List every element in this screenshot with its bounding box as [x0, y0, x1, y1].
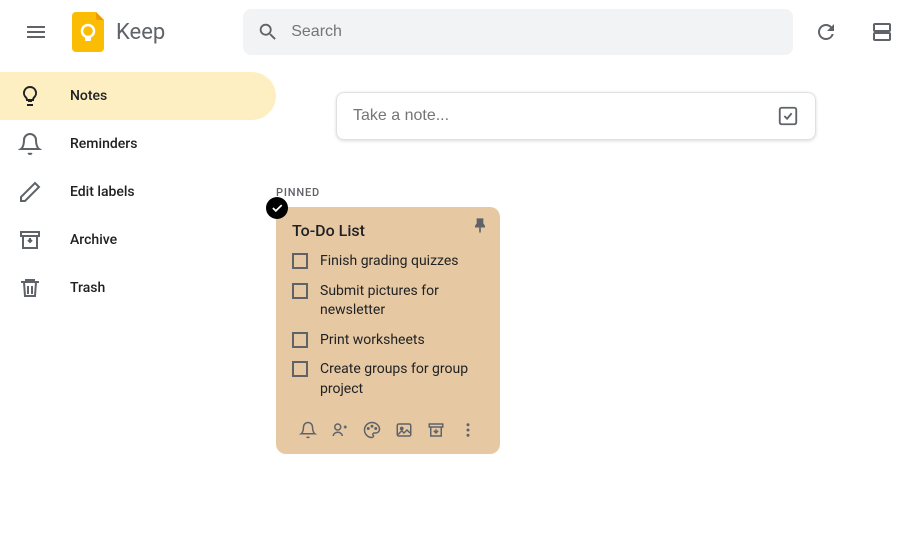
- checkbox-icon[interactable]: [777, 105, 799, 127]
- header-actions: [802, 8, 906, 56]
- sidebar-item-notes[interactable]: Notes: [0, 72, 276, 120]
- sidebar-item-archive[interactable]: Archive: [0, 216, 276, 264]
- menu-button[interactable]: [12, 8, 60, 56]
- checkbox[interactable]: [292, 283, 308, 299]
- note-toolbar: [292, 414, 484, 446]
- checklist-item-text: Submit pictures for newsletter: [320, 282, 484, 321]
- sidebar-item-reminders[interactable]: Reminders: [0, 120, 276, 168]
- notes-area: PINNED To-Do List Finish grading quizzes…: [276, 186, 918, 454]
- sidebar-item-label: Trash: [70, 280, 105, 296]
- sidebar-item-label: Archive: [70, 232, 117, 248]
- note-title: To-Do List: [292, 221, 484, 240]
- checkbox[interactable]: [292, 253, 308, 269]
- more-vert-icon: [459, 421, 477, 439]
- select-note-button[interactable]: [266, 197, 288, 219]
- sidebar-item-label: Edit labels: [70, 184, 135, 200]
- pin-button[interactable]: [470, 215, 490, 239]
- checklist-item[interactable]: Create groups for group project: [292, 360, 484, 399]
- app-logo[interactable]: Keep: [72, 12, 165, 52]
- checkbox[interactable]: [292, 361, 308, 377]
- list-view-icon: [870, 20, 894, 44]
- search-icon: [257, 21, 279, 43]
- checklist-item[interactable]: Print worksheets: [292, 331, 484, 351]
- pinned-section-label: PINNED: [276, 186, 918, 199]
- remind-me-button[interactable]: [292, 414, 324, 446]
- sidebar-item-edit-labels[interactable]: Edit labels: [0, 168, 276, 216]
- person-add-icon: [331, 421, 349, 439]
- refresh-icon: [814, 20, 838, 44]
- more-button[interactable]: [452, 414, 484, 446]
- collaborator-button[interactable]: [324, 414, 356, 446]
- sidebar-item-trash[interactable]: Trash: [0, 264, 276, 312]
- refresh-button[interactable]: [802, 8, 850, 56]
- image-icon: [395, 421, 413, 439]
- color-button[interactable]: [356, 414, 388, 446]
- checkbox[interactable]: [292, 332, 308, 348]
- note-card[interactable]: To-Do List Finish grading quizzes Submit…: [276, 207, 500, 454]
- archive-icon: [18, 228, 42, 252]
- bell-icon: [299, 421, 317, 439]
- checklist-item-text: Create groups for group project: [320, 360, 484, 399]
- pin-icon: [470, 215, 490, 235]
- image-button[interactable]: [388, 414, 420, 446]
- palette-icon: [363, 421, 381, 439]
- main-content: PINNED To-Do List Finish grading quizzes…: [276, 64, 918, 558]
- sidebar-item-label: Notes: [70, 88, 107, 104]
- menu-icon: [24, 20, 48, 44]
- pencil-icon: [18, 180, 42, 204]
- checklist-item-text: Finish grading quizzes: [320, 252, 459, 272]
- archive-button[interactable]: [420, 414, 452, 446]
- search-bar[interactable]: [243, 9, 793, 55]
- trash-icon: [18, 276, 42, 300]
- search-input[interactable]: [291, 23, 779, 41]
- checklist-item[interactable]: Submit pictures for newsletter: [292, 282, 484, 321]
- checklist-item[interactable]: Finish grading quizzes: [292, 252, 484, 272]
- keep-icon: [72, 12, 108, 52]
- checklist-item-text: Print worksheets: [320, 331, 425, 351]
- sidebar-item-label: Reminders: [70, 136, 137, 152]
- sidebar: Notes Reminders Edit labels Archive Tras…: [0, 64, 276, 558]
- bell-icon: [18, 132, 42, 156]
- take-note-bar[interactable]: [336, 92, 816, 140]
- take-note-input[interactable]: [353, 107, 777, 125]
- check-icon: [270, 201, 284, 215]
- header: Keep: [0, 0, 918, 64]
- app-name: Keep: [116, 20, 165, 45]
- archive-icon: [427, 421, 445, 439]
- view-toggle-button[interactable]: [858, 8, 906, 56]
- lightbulb-icon: [18, 84, 42, 108]
